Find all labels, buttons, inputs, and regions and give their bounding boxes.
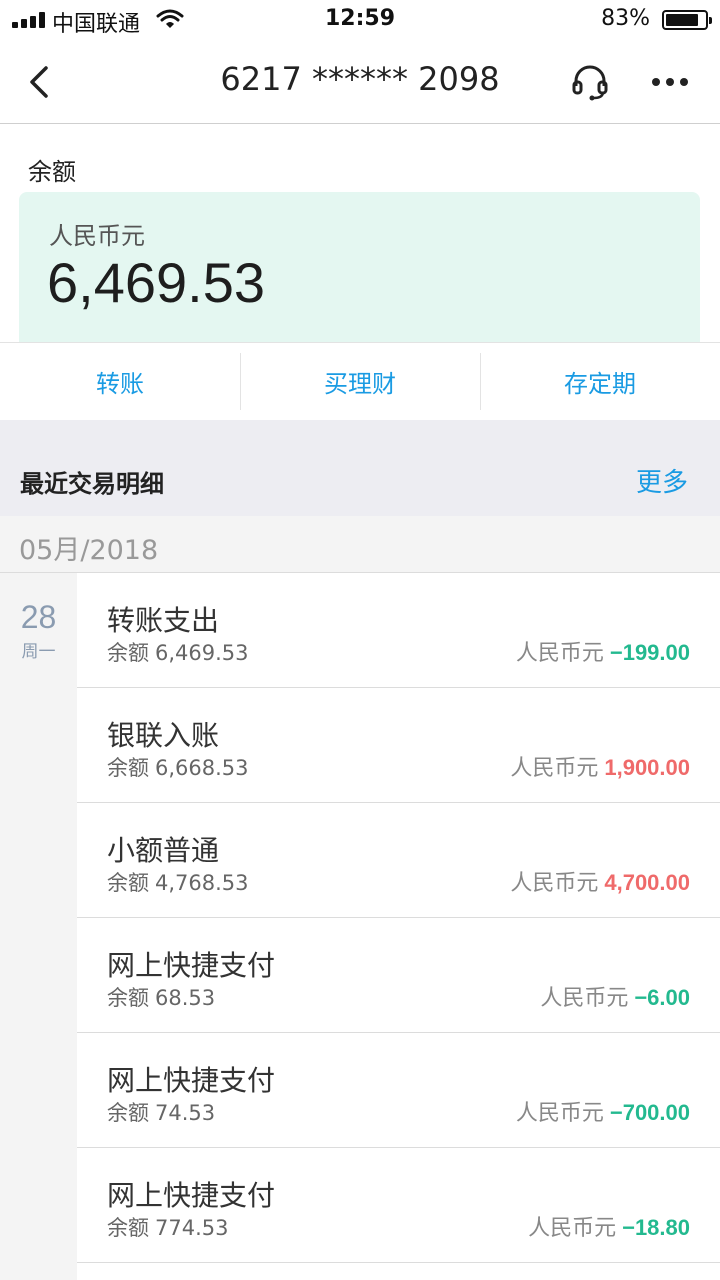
transaction-row[interactable]: 网上快捷支付 余额 74.53 人民币元 −700.00 [77, 1033, 720, 1148]
balance-label: 余额 [107, 871, 149, 895]
transaction-balance: 余额 6,469.53 [107, 637, 249, 667]
transaction-title: 银联入账 [107, 719, 220, 752]
card-number-title: 6217 ****** 2098 [220, 60, 500, 98]
balance-label: 余额 [107, 1216, 149, 1240]
amount-value: −18.80 [622, 1215, 690, 1240]
headset-icon[interactable] [570, 62, 610, 102]
currency-label: 人民币元 [510, 871, 599, 896]
transaction-row[interactable]: 网上快捷支付 余额 774.53 人民币元 −18.80 [77, 1148, 720, 1263]
balance-label: 余额 [107, 1101, 149, 1125]
date-column: 28 周一 [0, 573, 77, 1280]
balance-value: 68.53 [155, 986, 216, 1010]
weekday-label: 周一 [21, 642, 56, 662]
buy-wealth-button[interactable]: 买理财 [240, 343, 480, 420]
balance-label: 余额 [107, 756, 149, 780]
amount-value: −700.00 [609, 1100, 690, 1125]
day-number: 28 [20, 599, 57, 635]
transaction-amount: 人民币元 −18.80 [528, 1210, 690, 1242]
action-bar: 转账 买理财 存定期 [0, 342, 720, 420]
transaction-amount: 人民币元 1,900.00 [510, 750, 690, 782]
transaction-amount: 人民币元 −199.00 [516, 635, 690, 667]
transaction-row[interactable]: 转账支出 余额 6,469.53 人民币元 −199.00 [77, 573, 720, 688]
transaction-title: 小额普通 [107, 834, 220, 867]
transaction-row[interactable]: 网上快捷支付 余额 68.53 人民币元 −6.00 [77, 918, 720, 1033]
currency-label: 人民币元 [49, 222, 145, 250]
balance-value: 4,768.53 [155, 871, 249, 895]
balance-value: 74.53 [155, 1101, 216, 1125]
recent-transactions-header: 最近交易明细 更多 [0, 420, 720, 516]
transfer-button[interactable]: 转账 [0, 343, 240, 420]
currency-label: 人民币元 [528, 1216, 617, 1241]
transaction-amount: 人民币元 −6.00 [540, 980, 690, 1012]
battery-percent: 83% [601, 6, 650, 31]
balance-card: 人民币元 6,469.53 [19, 192, 700, 344]
status-bar: 中国联通 12:59 83% [0, 0, 720, 40]
transaction-balance: 余额 4,768.53 [107, 867, 249, 897]
balance-label: 余额 [107, 641, 149, 665]
amount-value: 1,900.00 [604, 755, 690, 780]
transaction-amount: 人民币元 −700.00 [516, 1095, 690, 1127]
amount-value: 4,700.00 [604, 870, 690, 895]
transaction-title: 转账支出 [107, 604, 220, 637]
currency-label: 人民币元 [510, 756, 599, 781]
transaction-amount: 人民币元 4,700.00 [510, 865, 690, 897]
transaction-title: 网上快捷支付 [107, 1064, 276, 1097]
month-header: 05月/2018 [0, 516, 720, 573]
transaction-title: 网上快捷支付 [107, 949, 276, 982]
balance-amount: 6,469.53 [47, 251, 265, 314]
balance-value: 774.53 [155, 1216, 229, 1240]
currency-label: 人民币元 [515, 641, 604, 666]
balance-label: 余额 [107, 986, 149, 1010]
currency-label: 人民币元 [540, 986, 629, 1011]
more-icon[interactable] [648, 62, 692, 102]
more-link[interactable]: 更多 [636, 462, 688, 499]
balance-label: 余额 [28, 158, 76, 186]
transaction-title: 网上快捷支付 [107, 1179, 276, 1212]
month-label: 05月/2018 [19, 535, 159, 566]
transaction-balance: 余额 68.53 [107, 982, 215, 1012]
transaction-balance: 余额 74.53 [107, 1097, 215, 1127]
fixed-deposit-button[interactable]: 存定期 [480, 343, 720, 420]
balance-value: 6,668.53 [155, 756, 249, 780]
transaction-row[interactable]: 银联入账 余额 6,668.53 人民币元 1,900.00 [77, 688, 720, 803]
transaction-list: 转账支出 余额 6,469.53 人民币元 −199.00 银联入账 余额 6,668… [77, 573, 720, 1263]
transaction-balance: 余额 774.53 [107, 1212, 228, 1242]
transaction-row[interactable]: 小额普通 余额 4,768.53 人民币元 4,700.00 [77, 803, 720, 918]
amount-value: −199.00 [609, 640, 690, 665]
currency-label: 人民币元 [515, 1101, 604, 1126]
nav-bar: 6217 ****** 2098 [0, 40, 720, 124]
battery-icon [662, 10, 712, 30]
section-title: 最近交易明细 [20, 470, 164, 498]
transaction-balance: 余额 6,668.53 [107, 752, 249, 782]
balance-value: 6,469.53 [155, 641, 249, 665]
amount-value: −6.00 [634, 985, 690, 1010]
